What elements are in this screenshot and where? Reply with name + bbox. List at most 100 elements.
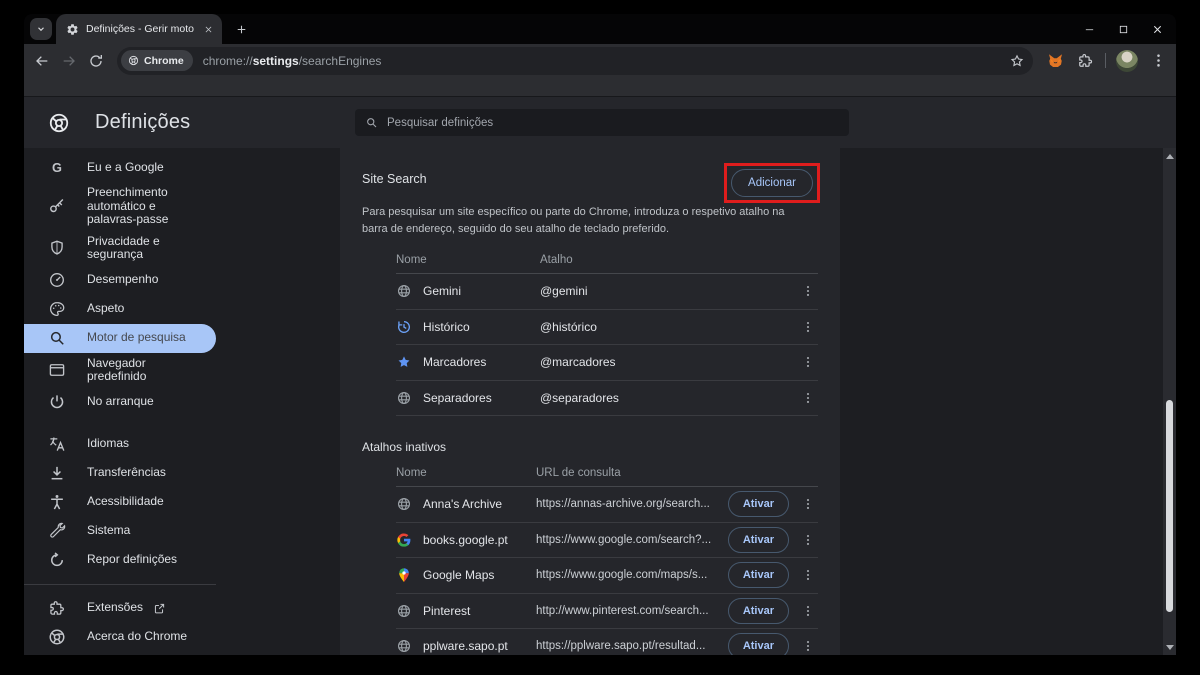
window-controls (1078, 14, 1168, 44)
sidebar-item-label: Sistema (87, 524, 130, 538)
wrench-icon (48, 522, 66, 540)
bookmark-star-icon[interactable] (1009, 53, 1025, 69)
extensions-button[interactable] (1075, 51, 1095, 71)
engine-shortcut: @marcadores (540, 355, 798, 369)
maximize-button[interactable] (1112, 18, 1134, 40)
row-menu-button[interactable] (798, 528, 818, 552)
column-header-atalho: Atalho (540, 254, 798, 266)
table-row: books.google.pthttps://www.google.com/se… (396, 523, 818, 559)
sidebar-item-no-arranque[interactable]: No arranque (24, 388, 216, 417)
engine-name: Gemini (423, 284, 461, 298)
engine-query-url: https://annas-archive.org/search... (536, 498, 728, 510)
kebab-icon (801, 391, 815, 405)
sidebar-item-desempenho[interactable]: Desempenho (24, 266, 216, 295)
sidebar-item-label: Acessibilidade (87, 495, 164, 509)
reload-icon (88, 53, 104, 69)
close-window-button[interactable] (1146, 18, 1168, 40)
activate-button[interactable]: Ativar (728, 598, 789, 624)
sidebar-gap (24, 417, 340, 430)
section-description: Para pesquisar um site específico ou par… (362, 204, 807, 237)
globe-icon (396, 496, 412, 512)
palette-icon (48, 300, 66, 318)
forward-button[interactable] (55, 47, 82, 74)
sidebar-item-acerca-do-chrome[interactable]: Acerca do Chrome (24, 623, 216, 652)
scrollbar-thumb[interactable] (1166, 400, 1173, 612)
engine-name: Separadores (423, 391, 492, 405)
row-menu-button[interactable] (798, 386, 818, 410)
row-menu-button[interactable] (798, 315, 818, 339)
row-menu-button[interactable] (798, 599, 818, 623)
add-button[interactable]: Adicionar (731, 169, 813, 197)
engine-name-cell: Pinterest (396, 603, 536, 619)
reload-button[interactable] (82, 47, 109, 74)
new-tab-button[interactable] (230, 18, 252, 40)
url-text: chrome://settings/searchEngines (203, 54, 382, 68)
sidebar-item-label: Transferências (87, 466, 166, 480)
sidebar-item-privacidade-e-seguranca[interactable]: Privacidade e segurança (24, 231, 216, 266)
svg-text:G: G (52, 160, 62, 175)
back-button[interactable] (28, 47, 55, 74)
sidebar-item-label: Motor de pesquisa (87, 331, 186, 345)
engine-name: Google Maps (423, 568, 494, 582)
gear-icon (66, 23, 79, 36)
sidebar-item-label: Extensões (87, 601, 143, 615)
activate-button[interactable]: Ativar (728, 562, 789, 588)
maximize-icon (1118, 24, 1129, 35)
sidebar-item-motor-de-pesquisa[interactable]: Motor de pesquisa (24, 324, 216, 353)
sidebar-item-label: Eu e a Google (87, 161, 164, 175)
scroll-up-arrow[interactable] (1163, 150, 1176, 162)
engine-name-cell: Histórico (396, 319, 540, 335)
sidebar-item-repor-definicoes[interactable]: Repor definições (24, 546, 216, 575)
profile-avatar[interactable] (1116, 50, 1138, 72)
table-row: Marcadores@marcadores (396, 345, 818, 381)
sidebar-item-eu-e-a-google[interactable]: G Eu e a Google (24, 153, 216, 182)
row-menu-button[interactable] (798, 279, 818, 303)
sidebar-item-idiomas[interactable]: Idiomas (24, 430, 216, 459)
sidebar-item-aspeto[interactable]: Aspeto (24, 295, 216, 324)
sidebar-item-sistema[interactable]: Sistema (24, 517, 216, 546)
row-menu-button[interactable] (798, 350, 818, 374)
accessibility-icon (48, 493, 66, 511)
browser-menu-button[interactable] (1148, 51, 1168, 71)
activate-button[interactable]: Ativar (728, 491, 789, 517)
globe-icon (396, 283, 412, 299)
engine-shortcut: @separadores (540, 391, 798, 405)
chrome-url-chip: Chrome (121, 50, 193, 71)
engine-name-cell: Google Maps (396, 567, 536, 583)
metamask-extension-button[interactable] (1045, 51, 1065, 71)
kebab-icon (801, 639, 815, 653)
sidebar-item-acessibilidade[interactable]: Acessibilidade (24, 488, 216, 517)
tab-title: Definições - Gerir motores de p (86, 23, 194, 35)
activate-button[interactable]: Ativar (728, 527, 789, 553)
column-header-url: URL de consulta (536, 467, 798, 479)
activate-button[interactable]: Ativar (728, 633, 789, 655)
minimize-button[interactable] (1078, 18, 1100, 40)
sidebar-item-extensoes[interactable]: Extensões (24, 594, 216, 623)
chrome-logo-icon (48, 112, 70, 134)
sidebar-item-transferencias[interactable]: Transferências (24, 459, 216, 488)
sidebar-item-preenchimento-automatico-e-palavras-passe[interactable]: Preenchimento automático e palavras-pass… (24, 182, 216, 231)
key-icon (48, 197, 66, 215)
engine-name: books.google.pt (423, 533, 508, 547)
table-row: Separadores @separadores (396, 381, 818, 417)
active-tab[interactable]: Definições - Gerir motores de p (56, 14, 222, 44)
row-menu-button[interactable] (798, 563, 818, 587)
close-icon (1152, 24, 1163, 35)
inactive-shortcuts-table: NomeURL de consultaAnna's Archivehttps:/… (396, 462, 818, 655)
scroll-down-arrow[interactable] (1163, 641, 1176, 653)
browser-window-icon (48, 361, 66, 379)
page-scrollbar[interactable] (1163, 148, 1176, 655)
sidebar-item-navegador-predefinido[interactable]: Navegador predefinido (24, 353, 216, 388)
row-menu-button[interactable] (798, 492, 818, 516)
tab-close-button[interactable] (201, 22, 215, 36)
section-heading: Site Search (362, 166, 427, 186)
google-g-icon (396, 532, 412, 548)
table-row: Google Mapshttps://www.google.com/maps/s… (396, 558, 818, 594)
settings-search-input[interactable]: Pesquisar definições (355, 109, 849, 136)
screenshot-stage: Definições - Gerir motores de p Chrome (0, 0, 1200, 675)
row-menu-button[interactable] (798, 634, 818, 655)
tab-search-button[interactable] (30, 18, 52, 40)
engine-name-cell: Separadores (396, 390, 540, 406)
address-bar[interactable]: Chrome chrome://settings/searchEngines (117, 47, 1033, 75)
settings-page: Definições Pesquisar definições GEu e a … (24, 97, 1176, 655)
